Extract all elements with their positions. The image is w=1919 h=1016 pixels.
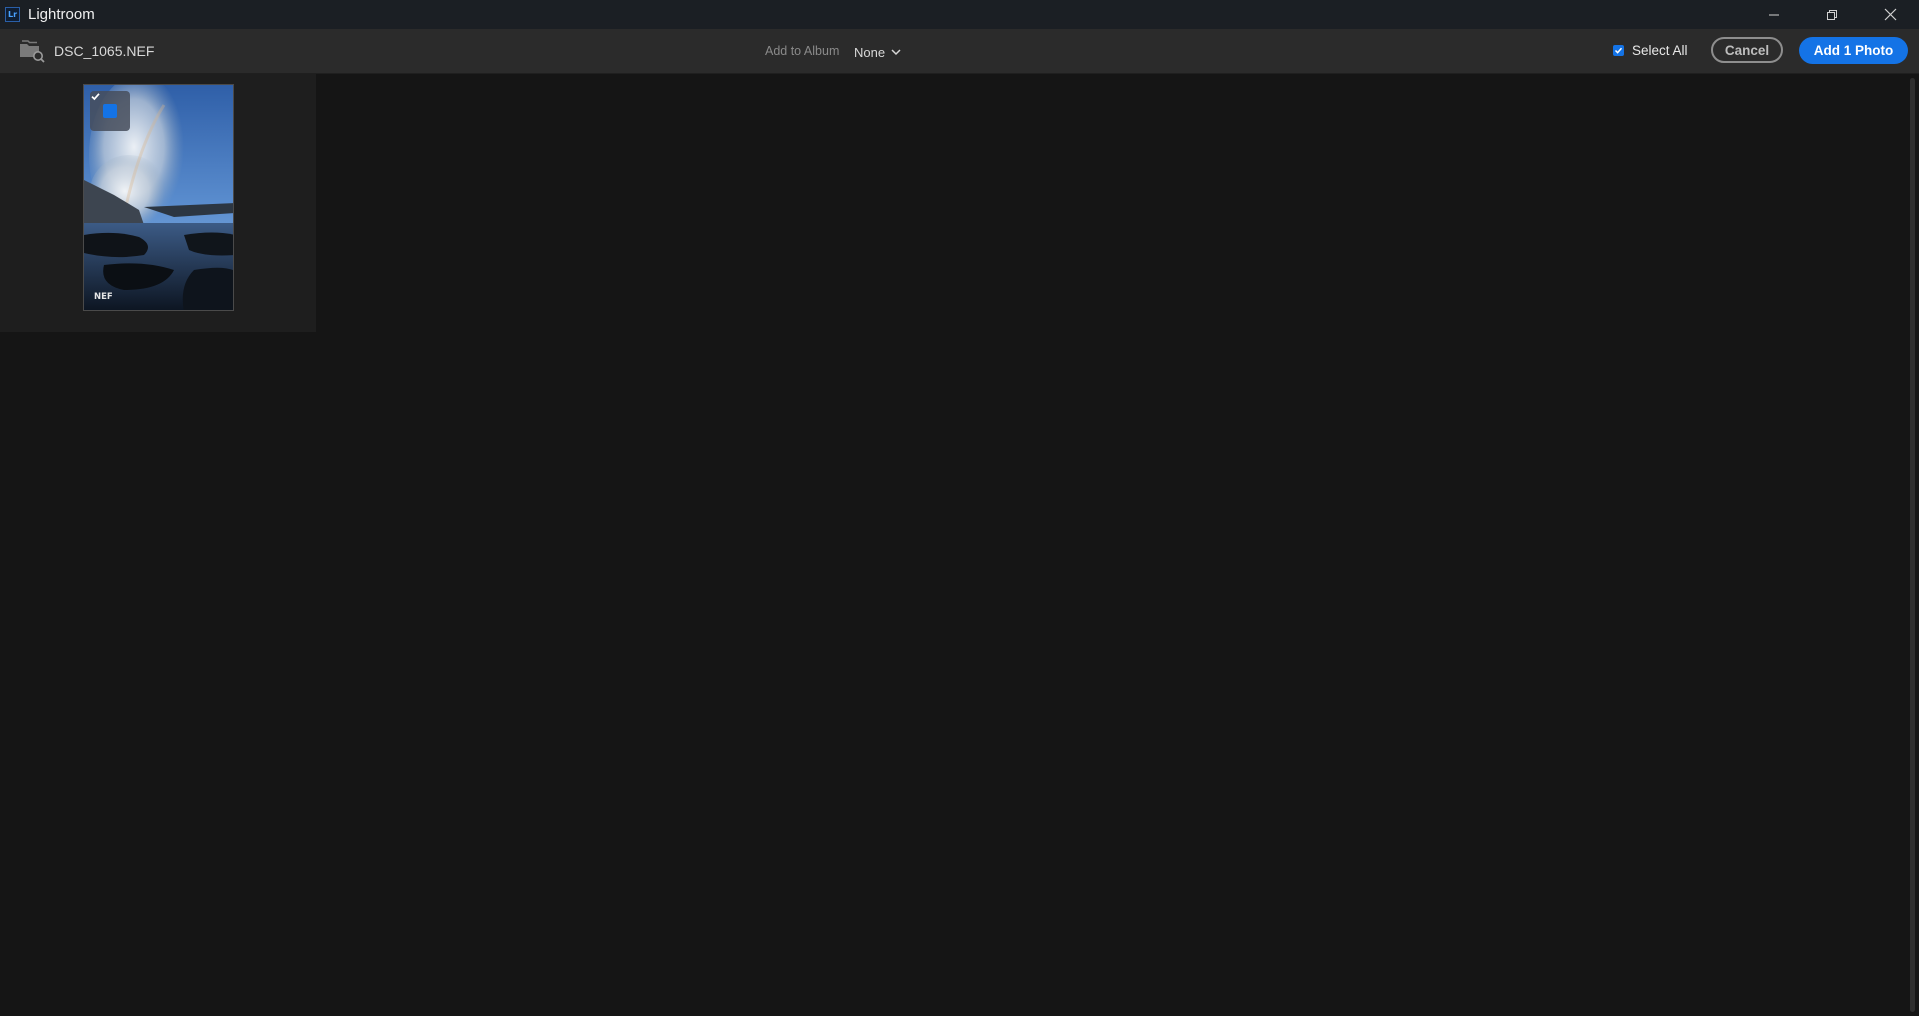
import-toolbar: DSC_1065.NEF Add to Album None Select Al… <box>0 29 1919 74</box>
cancel-button[interactable]: Cancel <box>1711 37 1783 63</box>
album-dropdown[interactable]: None <box>854 42 901 62</box>
lightroom-logo-icon: Lr <box>5 7 20 22</box>
vertical-scrollbar[interactable] <box>1910 78 1915 1012</box>
window-controls <box>1745 0 1919 29</box>
app-title: Lightroom <box>28 6 95 23</box>
checkmark-icon <box>1614 47 1623 54</box>
photo-grid-cell: NEF <box>0 74 316 332</box>
title-bar: Lr Lightroom <box>0 0 1919 29</box>
select-all-checkbox[interactable] <box>1613 45 1624 56</box>
minimize-icon <box>1769 14 1779 15</box>
add-to-album-label: Add to Album <box>765 44 840 58</box>
source-file-name: DSC_1065.NEF <box>54 43 155 59</box>
photo-select-checkbox[interactable] <box>91 93 117 118</box>
select-all-label: Select All <box>1632 43 1688 58</box>
restore-icon <box>1827 9 1837 20</box>
checkmark-icon <box>91 93 100 101</box>
photo-thumbnail[interactable]: NEF <box>83 84 234 311</box>
album-dropdown-value: None <box>854 44 886 60</box>
chevron-down-icon <box>891 48 901 55</box>
add-photos-button[interactable]: Add 1 Photo <box>1799 37 1908 64</box>
close-button[interactable] <box>1861 0 1919 29</box>
photo-select-toggle[interactable] <box>90 91 130 131</box>
minimize-button[interactable] <box>1745 0 1803 29</box>
close-icon <box>1884 8 1896 21</box>
file-format-badge: NEF <box>94 292 113 302</box>
select-all-toggle[interactable]: Select All <box>1613 43 1688 58</box>
folder-browse-icon[interactable] <box>19 39 45 63</box>
restore-button[interactable] <box>1803 0 1861 29</box>
photo-grid: NEF <box>0 74 1919 1016</box>
